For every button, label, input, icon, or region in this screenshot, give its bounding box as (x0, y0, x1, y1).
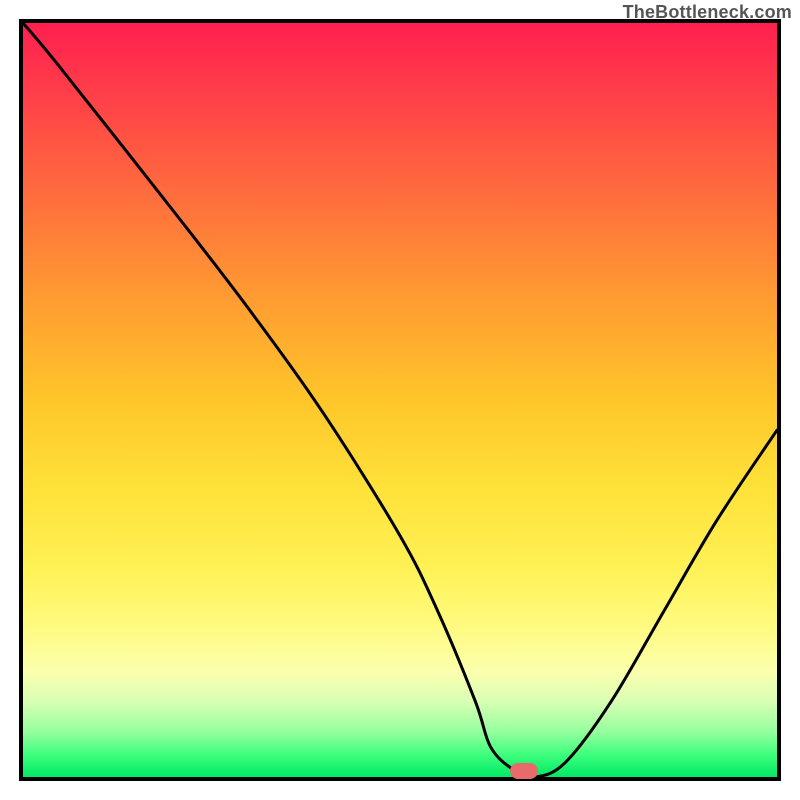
chart-curve (23, 23, 777, 777)
chart-frame (19, 19, 781, 781)
chart-plot-area (23, 23, 777, 777)
chart-minimum-marker (510, 763, 538, 779)
